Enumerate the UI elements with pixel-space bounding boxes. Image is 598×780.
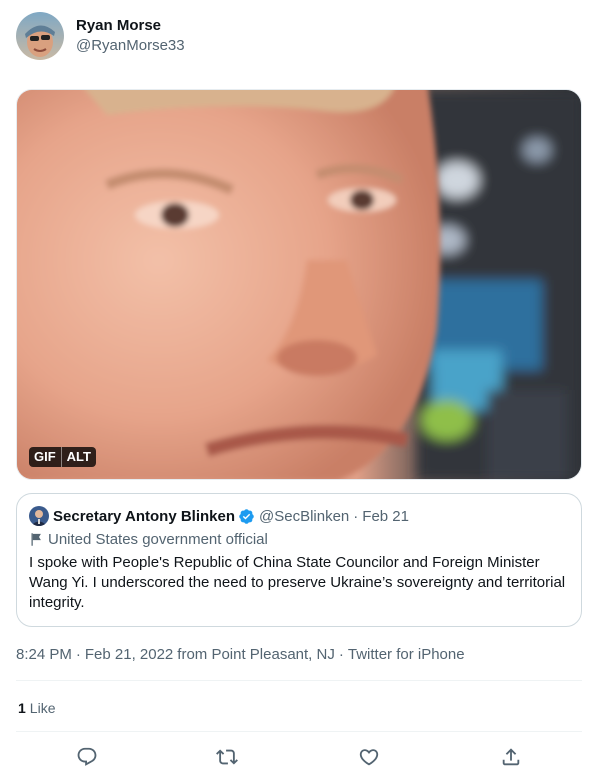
likes-stat[interactable]: 1 Like [18,698,55,718]
government-label-text: United States government official [48,530,268,548]
separator-dot: · [338,646,344,663]
author-handle[interactable]: @RyanMorse33 [76,36,185,56]
tweet-time[interactable]: 8:24 PM [16,645,72,665]
share-button[interactable] [496,742,526,772]
tweet-source[interactable]: Twitter for iPhone [348,645,465,665]
alt-badge[interactable]: ALT [60,447,96,467]
quoted-tweet-date[interactable]: Feb 21 [362,508,409,525]
quoted-author-avatar[interactable] [29,506,49,526]
tweet-location[interactable]: from Point Pleasant, NJ [177,645,335,665]
quoted-author-handle[interactable]: @SecBlinken [259,508,349,525]
likes-label: Like [29,700,56,716]
author-avatar[interactable] [16,12,64,60]
tweet-header: Ryan Morse @RyanMorse33 [16,12,185,60]
divider [16,680,582,681]
media-badges: GIF ALT [29,447,96,467]
separator-dot: · [353,507,359,525]
tweet-date[interactable]: Feb 21, 2022 [85,645,173,665]
gif-badge: GIF [34,449,56,464]
verified-badge-icon [239,508,254,524]
government-label[interactable]: United States government official [29,529,569,549]
divider [16,731,582,732]
flag-icon [31,532,41,546]
share-icon [502,748,520,766]
separator-dot: · [75,646,81,663]
tweet-actions [0,742,598,772]
tweet-gif-media[interactable]: GIF ALT [16,89,582,480]
retweet-button[interactable] [212,742,242,772]
like-icon [359,749,379,766]
quoted-tweet[interactable]: Secretary Antony Blinken @SecBlinken · F… [16,493,582,627]
quoted-tweet-text: I spoke with People's Republic of China … [29,554,566,611]
author-display-name[interactable]: Ryan Morse [76,16,185,36]
reply-icon [77,747,97,766]
quoted-author-name[interactable]: Secretary Antony Blinken [53,508,235,525]
reply-button[interactable] [72,742,102,772]
likes-count: 1 [18,700,26,716]
retweet-icon [216,749,238,765]
tweet-metadata: 8:24 PM · Feb 21, 2022 from Point Pleasa… [16,645,465,665]
like-button[interactable] [354,742,384,772]
